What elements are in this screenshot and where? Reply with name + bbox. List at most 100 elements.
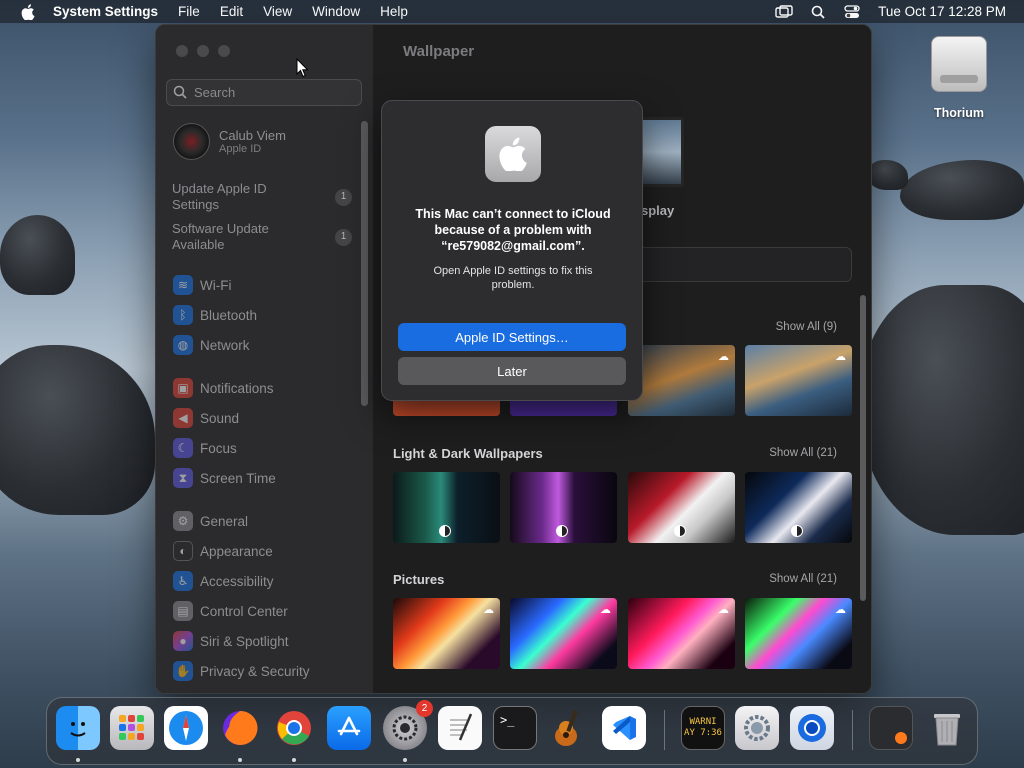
firefox-icon[interactable] <box>218 706 262 750</box>
launchpad-icon[interactable] <box>110 706 154 750</box>
menu-file[interactable]: File <box>178 4 200 19</box>
display-preview[interactable] <box>639 117 684 187</box>
desktop-drive[interactable]: Thorium <box>928 36 990 120</box>
section-title-pictures: Pictures <box>393 572 445 587</box>
sidebar-item-control-center[interactable]: ▤ Control Center <box>173 600 288 622</box>
sidebar-scrollbar[interactable] <box>361 121 368 406</box>
dock: 2 >_ WARNI AY 7:36 <box>46 697 978 765</box>
sidebar-item-label: Control Center <box>200 603 288 619</box>
sidebar-item-general[interactable]: ⚙ General <box>173 510 248 532</box>
running-indicator <box>292 758 296 762</box>
update-apple-id-notice[interactable]: Update Apple ID Settings 1 <box>172 181 352 213</box>
textedit-icon[interactable] <box>438 706 482 750</box>
menu-help[interactable]: Help <box>380 4 408 19</box>
show-all-button[interactable]: Show All (21) <box>769 573 837 585</box>
trash-icon[interactable] <box>925 706 969 750</box>
gear-icon: ⚙ <box>173 511 193 531</box>
wallpaper-option-field[interactable] <box>631 247 852 282</box>
wallpaper-thumb[interactable]: ☁ <box>745 598 852 669</box>
zoom-button[interactable] <box>218 45 230 57</box>
sidebar-item-notifications[interactable]: ▣ Notifications <box>173 377 274 399</box>
bluetooth-icon: ᛒ <box>173 305 193 325</box>
sidebar-item-siri-spotlight[interactable]: ● Siri & Spotlight <box>173 630 289 652</box>
menu-edit[interactable]: Edit <box>220 4 243 19</box>
sidebar-item-label: Sound <box>200 410 240 426</box>
speaker-icon: ◀ <box>173 408 193 428</box>
wallpaper-thumb[interactable]: ☁ <box>628 598 735 669</box>
search-input[interactable] <box>194 85 354 100</box>
show-all-button[interactable]: Show All (21) <box>769 447 837 459</box>
control-center-icon: ▤ <box>173 601 193 621</box>
sidebar-item-label: Bluetooth <box>200 307 258 323</box>
later-button[interactable]: Later <box>398 357 626 385</box>
sidebar-item-label: General <box>200 513 249 529</box>
sidebar-item-sound[interactable]: ◀ Sound <box>173 407 239 429</box>
garageband-icon[interactable] <box>547 706 591 750</box>
close-button[interactable] <box>176 45 188 57</box>
sidebar: Calub Viem Apple ID Update Apple ID Sett… <box>156 25 373 693</box>
globe-icon: ◍ <box>173 335 193 355</box>
siri-icon: ● <box>173 631 193 651</box>
notice-label: Update Apple ID Settings <box>172 181 267 212</box>
sidebar-item-label: Screen Time <box>200 470 276 486</box>
sidebar-item-appearance[interactable]: ◐ Appearance <box>173 540 273 562</box>
safari-icon[interactable] <box>164 706 208 750</box>
sidebar-item-privacy-security[interactable]: ✋ Privacy & Security <box>173 660 310 682</box>
moon-icon: ☾ <box>173 438 193 458</box>
apple-menu-icon[interactable] <box>19 3 37 20</box>
menu-window[interactable]: Window <box>312 4 360 19</box>
menu-view[interactable]: View <box>263 4 292 19</box>
wallpaper-thumb[interactable]: ☁ <box>510 598 617 669</box>
menu-app-name[interactable]: System Settings <box>53 4 158 19</box>
console-text: WARNI AY 7:36 <box>684 717 722 738</box>
search-icon <box>173 85 189 101</box>
appearance-icon: ◐ <box>173 541 193 561</box>
wifi-icon: ≋ <box>173 275 193 295</box>
sidebar-item-label: Notifications <box>200 380 274 396</box>
cloud-download-icon: ☁ <box>718 351 729 363</box>
screen-mirroring-icon[interactable] <box>774 4 794 20</box>
control-center-icon[interactable] <box>842 4 862 20</box>
terminal-icon[interactable]: >_ <box>493 706 537 750</box>
page-title: Wallpaper <box>403 43 475 60</box>
chrome-icon[interactable] <box>272 706 316 750</box>
vscode-icon[interactable] <box>602 706 646 750</box>
sidebar-item-network[interactable]: ◍ Network <box>173 334 250 356</box>
minimize-button[interactable] <box>197 45 209 57</box>
sidebar-item-accessibility[interactable]: ♿ Accessibility <box>173 570 274 592</box>
content-scrollbar[interactable] <box>860 295 866 601</box>
software-update-notice[interactable]: Software Update Available 1 <box>172 221 352 253</box>
sidebar-item-label: Appearance <box>200 543 273 559</box>
dock-separator <box>664 710 665 750</box>
search-field[interactable] <box>166 79 362 106</box>
system-preferences-gear-icon[interactable] <box>735 706 779 750</box>
wallpaper-thumb[interactable]: ☁ <box>628 345 735 416</box>
wallpaper-thumb[interactable] <box>393 472 500 543</box>
dialog-info-text: Open Apple ID settings to fix this probl… <box>433 265 593 291</box>
apple-id-account[interactable]: Calub Viem Apple ID <box>173 123 286 160</box>
wallpaper-thumb[interactable] <box>745 472 852 543</box>
wallpaper-thumb[interactable] <box>628 472 735 543</box>
thorium-browser-icon[interactable] <box>790 706 834 750</box>
sidebar-item-bluetooth[interactable]: ᛒ Bluetooth <box>173 304 257 326</box>
app-store-icon[interactable] <box>327 706 371 750</box>
console-icon[interactable]: WARNI AY 7:36 <box>681 706 725 750</box>
apple-id-settings-button[interactable]: Apple ID Settings… <box>398 323 626 351</box>
drive-icon[interactable] <box>931 36 987 92</box>
cloud-download-icon: ☁ <box>835 604 846 616</box>
section-title-light-dark: Light & Dark Wallpapers <box>393 446 543 461</box>
minimized-window-thumbnail[interactable] <box>869 706 913 750</box>
sidebar-item-wifi[interactable]: ≋ Wi-Fi <box>173 274 231 296</box>
sidebar-item-focus[interactable]: ☾ Focus <box>173 437 237 459</box>
spotlight-search-icon[interactable] <box>808 4 828 20</box>
wallpaper-thumb[interactable] <box>510 472 617 543</box>
finder-icon[interactable] <box>56 706 100 750</box>
cloud-download-icon: ☁ <box>835 351 846 363</box>
menu-clock[interactable]: Tue Oct 17 12:28 PM <box>878 4 1006 19</box>
show-all-button[interactable]: Show All (9) <box>776 321 837 333</box>
sidebar-item-label: Accessibility <box>200 573 274 589</box>
sidebar-item-screen-time[interactable]: ⧗ Screen Time <box>173 467 276 489</box>
system-settings-icon[interactable]: 2 <box>383 700 433 750</box>
wallpaper-thumb[interactable]: ☁ <box>393 598 500 669</box>
wallpaper-thumb[interactable]: ☁ <box>745 345 852 416</box>
